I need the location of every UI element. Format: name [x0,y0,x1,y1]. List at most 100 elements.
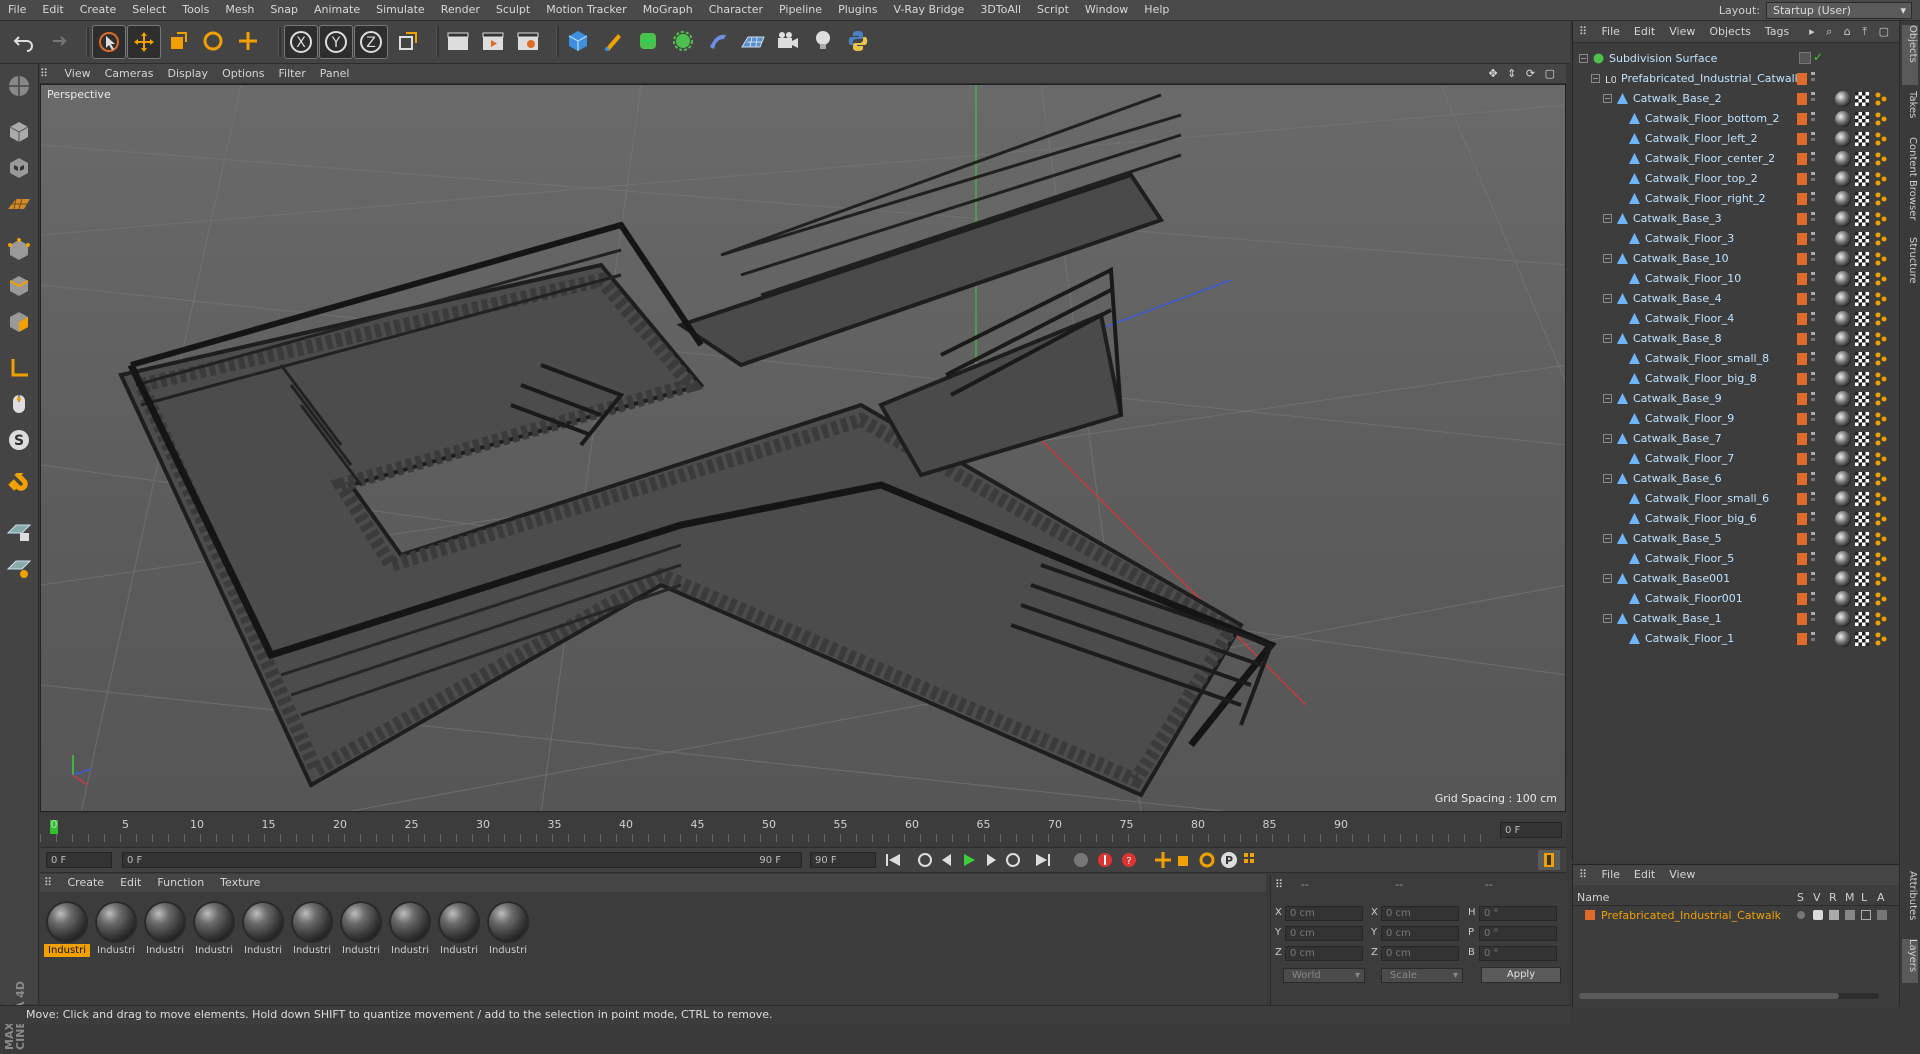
selection-tag-icon[interactable] [1874,391,1888,407]
menu-character[interactable]: Character [701,0,771,20]
live-selection-button[interactable] [92,25,126,59]
material-swatch[interactable]: Industri [240,901,286,959]
selection-tag-icon[interactable] [1874,491,1888,507]
visibility-dots-icon[interactable] [1811,552,1815,566]
visibility-dots-icon[interactable] [1811,332,1815,346]
object-row[interactable]: Catwalk_Floor_small_6 [1573,489,1899,509]
collapse-toggle-icon[interactable]: − [1603,214,1612,223]
timeline-ruler[interactable]: 0 5 10 15 20 25 30 35 40 45 50 55 60 65 70 75 80 85 90 0 F [40,814,1566,846]
material-tag-icon[interactable] [1835,171,1851,187]
make-editable-button[interactable] [3,70,35,102]
uvw-tag-icon[interactable] [1855,432,1869,446]
object-row[interactable]: Catwalk_Floor_left_2 [1573,129,1899,149]
layer-color-icon[interactable] [1797,333,1807,345]
object-row[interactable]: − Catwalk_Base_6 [1573,469,1899,489]
menu-simulate[interactable]: Simulate [368,0,433,20]
light-button[interactable] [807,25,839,57]
selection-tag-icon[interactable] [1874,631,1888,647]
material-tag-icon[interactable] [1835,151,1851,167]
visibility-dots-icon[interactable] [1811,572,1815,586]
visibility-dots-icon[interactable] [1811,112,1815,126]
uvw-tag-icon[interactable] [1855,612,1869,626]
frame-range-slider[interactable]: 0 F 90 F [122,852,802,868]
object-row[interactable]: Catwalk_Floor_bottom_2 [1573,109,1899,129]
layer-color-icon[interactable] [1797,353,1807,365]
workplane-button[interactable] [3,188,35,220]
object-menu-file[interactable]: File [1595,21,1627,42]
visibility-dots-icon[interactable] [1811,412,1815,426]
previous-frame-button[interactable] [936,850,958,870]
object-row[interactable]: − Catwalk_Base_8 [1573,329,1899,349]
timeline-layout-button[interactable] [1538,850,1560,870]
grid-lock-button[interactable] [3,516,35,548]
size-mode-dropdown[interactable]: Scale ▾ [1381,968,1463,983]
undo-button[interactable] [8,25,40,57]
tab-content-browser[interactable]: Content Browser [1902,137,1918,231]
y-axis-lock-button[interactable]: Y [319,25,353,59]
layer-color-icon[interactable] [1797,293,1807,305]
selection-tag-icon[interactable] [1874,571,1888,587]
next-key-button[interactable] [1002,850,1024,870]
uvw-tag-icon[interactable] [1855,412,1869,426]
visibility-dots-icon[interactable] [1811,452,1815,466]
uvw-tag-icon[interactable] [1855,592,1869,606]
layer-color-icon[interactable] [1797,373,1807,385]
object-row[interactable]: Catwalk_Floor_top_2 [1573,169,1899,189]
material-tag-icon[interactable] [1835,231,1851,247]
selection-tag-icon[interactable] [1874,191,1888,207]
material-tag-icon[interactable] [1835,131,1851,147]
menu-help[interactable]: Help [1136,0,1177,20]
object-row[interactable]: Catwalk_Floor_center_2 [1573,149,1899,169]
uvw-tag-icon[interactable] [1855,492,1869,506]
object-row[interactable]: − Catwalk_Base_5 [1573,529,1899,549]
uvw-tag-icon[interactable] [1855,532,1869,546]
uvw-tag-icon[interactable] [1855,152,1869,166]
rotation-b-field[interactable]: 0 ° [1479,946,1557,961]
solo-icon[interactable] [1797,911,1805,919]
layer-color-icon[interactable] [1797,313,1807,325]
collapse-toggle-icon[interactable]: − [1603,334,1612,343]
selection-tag-icon[interactable] [1874,271,1888,287]
uvw-tag-icon[interactable] [1855,372,1869,386]
model-mode-button[interactable] [3,116,35,148]
menu-mograph[interactable]: MoGraph [635,0,701,20]
visibility-dots-icon[interactable] [1811,632,1815,646]
material-tag-icon[interactable] [1835,311,1851,327]
uvw-tag-icon[interactable] [1855,472,1869,486]
layer-color-icon[interactable] [1797,413,1807,425]
record-button[interactable] [1094,850,1116,870]
points-mode-button[interactable] [3,234,35,266]
layer-color-icon[interactable] [1797,93,1807,105]
material-tag-icon[interactable] [1835,571,1851,587]
object-row[interactable]: Catwalk_Floor_9 [1573,409,1899,429]
current-frame-field[interactable]: 0 F [1500,822,1562,838]
coordinate-system-button[interactable] [392,25,424,57]
material-swatch[interactable]: Industri [289,901,335,959]
visibility-dots-icon[interactable] [1811,292,1815,306]
material-tag-icon[interactable] [1835,631,1851,647]
object-menu-objects[interactable]: Objects [1702,21,1758,42]
manager-icon[interactable] [1845,910,1855,920]
cube-object-button[interactable] [562,25,594,57]
collapse-toggle-icon[interactable]: − [1603,254,1612,263]
viewport-menu-panel[interactable]: Panel [313,64,357,83]
uvw-tag-icon[interactable] [1855,512,1869,526]
viewport-menu-cameras[interactable]: Cameras [98,64,161,83]
key-pla-button[interactable] [1240,850,1262,870]
uvw-tag-icon[interactable] [1855,632,1869,646]
layer-color-icon[interactable] [1797,593,1807,605]
selection-tag-icon[interactable] [1874,351,1888,367]
redo-button[interactable] [40,25,72,57]
rotation-p-field[interactable]: 0 ° [1479,926,1557,941]
layer-color-icon[interactable] [1797,553,1807,565]
selection-tag-icon[interactable] [1874,131,1888,147]
selection-tag-icon[interactable] [1874,611,1888,627]
material-tag-icon[interactable] [1835,211,1851,227]
material-swatch[interactable]: Industri [485,901,531,959]
object-row[interactable]: Catwalk_Floor_3 [1573,229,1899,249]
collapse-toggle-icon[interactable]: − [1603,94,1612,103]
uvw-tag-icon[interactable] [1855,212,1869,226]
uvw-tag-icon[interactable] [1855,272,1869,286]
layer-color-icon[interactable] [1797,533,1807,545]
uvw-tag-icon[interactable] [1855,332,1869,346]
